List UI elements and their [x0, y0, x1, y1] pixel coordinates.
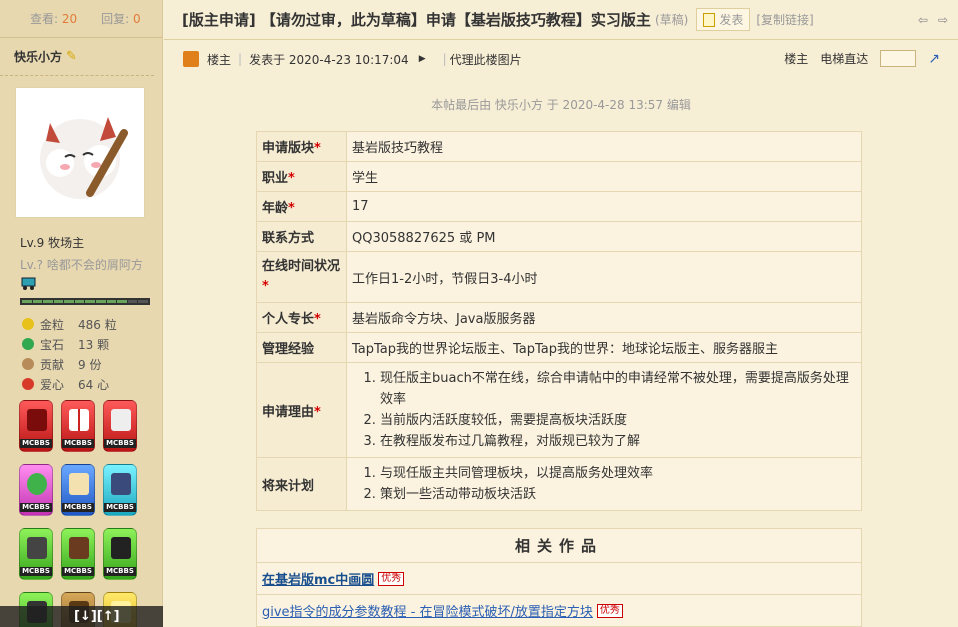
thread-stats: 查看: 20 回复: 0	[0, 0, 162, 38]
table-row: 职业* 学生	[256, 161, 862, 192]
contribution-icon	[22, 358, 34, 370]
author-name[interactable]: 快乐小方 ✎	[0, 38, 154, 76]
medal-dispenser[interactable]: MCBBS	[19, 528, 53, 580]
post-meta: 楼主 | 发表于 2020-4-23 10:17:04 ▶ | 代理此楼图片 楼…	[164, 40, 958, 78]
document-icon	[703, 12, 716, 27]
floor-nav: 楼主 电梯直达 ↗	[784, 50, 940, 67]
dispenser-icon	[27, 537, 47, 559]
list-item: 现任版主buach不常在线，综合申请帖中的申请经常不被处理，需要提高版务处理效率	[380, 368, 856, 410]
author-sidebar: 查看: 20 回复: 0 快乐小方 ✎ Lv.9 牧场主 Lv.? 啥都不会的屑阿…	[0, 0, 163, 627]
post-main: [版主申请] 【请勿过审，此为草稿】申请【基岩版技巧教程】实习版主 (草稿) 发…	[164, 0, 958, 627]
cake-icon	[69, 537, 89, 559]
attr-gold: 金粒 486 粒	[22, 314, 117, 334]
medal-screen[interactable]: MCBBS	[103, 528, 137, 580]
table-row: 管理经验 TapTap我的世界论坛版主、TapTap我的世界：地球论坛版主、服务…	[256, 332, 862, 363]
apple-icon	[22, 378, 34, 390]
publish-button[interactable]: 发表	[696, 8, 751, 31]
floor-input[interactable]	[880, 50, 917, 67]
pencil-icon: ✎	[66, 49, 77, 64]
table-row: 将来计划 与现任版主共同管理板块，以提高版务处理效率 策划一些活动带动板块活跃	[256, 457, 862, 511]
medal-scroll-control[interactable]: [↓][↑]	[0, 606, 163, 627]
table-row: 联系方式 QQ3058827625 或 PM	[256, 221, 862, 252]
floor-label: 楼主	[784, 52, 809, 66]
copy-link-button[interactable]: [复制链接]	[756, 11, 813, 28]
medal-apple[interactable]: MCBBS	[19, 464, 53, 516]
medal-editor[interactable]: MCBBS	[61, 464, 95, 516]
avatar-image	[40, 116, 128, 199]
owner-label: 楼主	[207, 52, 232, 67]
emerald-icon	[22, 338, 34, 350]
medal-android[interactable]: MCBBS	[103, 400, 137, 452]
go-floor-icon[interactable]: ↗	[928, 51, 940, 67]
experience-bar	[20, 298, 150, 305]
table-row: 申请理由* 现任版主buach不常在线，综合申请帖中的申请经常不被处理，需要提高…	[256, 362, 862, 458]
excellent-badge: 优秀	[378, 571, 405, 586]
prev-thread-icon[interactable]: ⇦	[918, 13, 928, 27]
table-row: 申请版块* 基岩版技巧教程	[256, 131, 862, 162]
minecart-icon	[21, 277, 36, 290]
table-row: 年龄* 17	[256, 191, 862, 222]
medal-pixel[interactable]: MCBBS	[103, 464, 137, 516]
attr-contribution: 贡献 9 份	[22, 354, 117, 374]
green-apple-icon	[27, 473, 47, 495]
avatar[interactable]	[15, 87, 145, 218]
medal-windows[interactable]: MCBBS	[61, 400, 95, 452]
android-icon	[111, 409, 131, 431]
attr-love: 爱心 64 心	[22, 374, 117, 394]
list-item: 在教程版发布过几篇教程，对版规已较为了解	[380, 431, 856, 452]
list-item: 与现任版主共同管理板块，以提高版务处理效率	[380, 463, 856, 484]
user-level: Lv.9 牧场主	[20, 236, 85, 250]
related-link[interactable]: 在基岩版mc中画圆	[262, 569, 374, 588]
gold-nugget-icon	[22, 318, 34, 330]
list-item: 在基岩版mc中画圆 优秀	[257, 563, 861, 595]
owner-icon	[183, 51, 199, 67]
pixel-character-icon	[111, 473, 131, 495]
views-stat: 查看: 20	[30, 12, 78, 26]
user-subtitle: Lv.? 啥都不会的屑阿方	[20, 258, 143, 272]
related-works: 相关作品 在基岩版mc中画圆 优秀 give指令的成分参数教程 - 在冒险模式破…	[256, 528, 862, 627]
attr-gem: 宝石 13 颗	[22, 334, 117, 354]
coffee-icon	[27, 409, 47, 431]
draft-tag: (草稿)	[654, 13, 689, 27]
proxy-image-link[interactable]: 代理此楼图片	[450, 51, 522, 68]
reason-list: 现任版主buach不常在线，综合申请帖中的申请经常不被处理，需要提高版务处理效率…	[352, 368, 856, 452]
related-link[interactable]: give指令的成分参数教程 - 在冒险模式破坏/放置指定方块	[262, 601, 593, 620]
thread-title: [版主申请] 【请勿过审，此为草稿】申请【基岩版技巧教程】实习版主	[182, 11, 651, 29]
replies-stat: 回复: 0	[101, 12, 141, 26]
thread-nav: ⇦ ⇨	[918, 13, 948, 27]
post-time: 发表于 2020-4-23 10:17:04	[249, 52, 409, 67]
list-item: 当前版内活跃度较低，需要提高板块活跃度	[380, 410, 856, 431]
excellent-badge: 优秀	[596, 603, 623, 618]
screen-icon	[111, 537, 131, 559]
elevator-label: 电梯直达	[820, 52, 869, 66]
windows-icon	[69, 409, 89, 431]
user-attributes: 金粒 486 粒 宝石 13 颗 贡献 9 份 爱心 64 心	[22, 314, 117, 394]
caret-right-icon[interactable]: ▶	[419, 54, 426, 64]
related-heading: 相关作品	[257, 529, 861, 563]
edit-note: 本帖最后由 快乐小方 于 2020-4-28 13:57 编辑	[431, 98, 691, 112]
plan-list: 与现任版主共同管理板块，以提高版务处理效率 策划一些活动带动板块活跃	[352, 463, 856, 505]
list-item: give指令的成分参数教程 - 在冒险模式破坏/放置指定方块 优秀	[257, 595, 861, 627]
list-item: 策划一些活动带动板块活跃	[380, 484, 856, 505]
medal-java[interactable]: MCBBS	[19, 400, 53, 452]
table-row: 个人专长* 基岩版命令方块、Java版服务器	[256, 302, 862, 333]
medal-cake[interactable]: MCBBS	[61, 528, 95, 580]
table-row: 在线时间状况* 工作日1-2小时，节假日3-4小时	[256, 251, 862, 303]
medal-grid: MCBBS MCBBS MCBBS MCBBS MCBBS MCBBS MCBB…	[19, 400, 137, 627]
application-table: 申请版块* 基岩版技巧教程 职业* 学生 年龄* 17 联系方式 QQ30588…	[256, 131, 862, 511]
book-icon	[69, 473, 89, 495]
next-thread-icon[interactable]: ⇨	[938, 13, 948, 27]
thread-title-bar: [版主申请] 【请勿过审，此为草稿】申请【基岩版技巧教程】实习版主 (草稿) 发…	[164, 0, 958, 40]
